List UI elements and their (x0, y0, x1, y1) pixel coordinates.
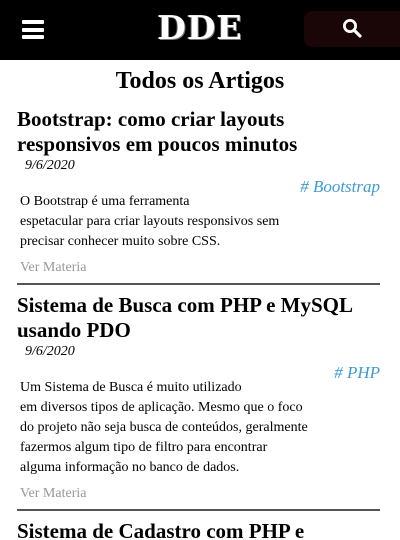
article-excerpt-line: espetacular para criar layouts responsiv… (20, 214, 280, 229)
article-date: 9/6/2020 (25, 344, 75, 359)
article-title[interactable]: Sistema de Busca com PHP e MySQL usando … (17, 293, 387, 343)
article-excerpt-line: alguma informação no banco de dados. (20, 460, 240, 475)
article-excerpt-line: Um Sistema de Busca é muito utilizado (20, 380, 242, 395)
top-navbar: DDE (0, 0, 400, 60)
article-excerpt: Um Sistema de Busca é muito utilizado em… (20, 378, 385, 478)
article-excerpt-line: O Bootstrap é uma ferramenta (20, 194, 190, 209)
article-divider (17, 283, 380, 285)
article-title[interactable]: Bootstrap: como criar layouts responsivo… (17, 107, 387, 157)
article-excerpt-line: precisar conhecer muito sobre CSS. (20, 234, 221, 249)
article-excerpt-line: em diversos tipos de aplicação. Mesmo qu… (20, 400, 303, 415)
article-title-line: usando PDO (17, 318, 131, 342)
article-date: 9/6/2020 (25, 158, 75, 173)
article-excerpt: O Bootstrap é uma ferramenta espetacular… (20, 192, 385, 252)
read-more-link[interactable]: Ver Materia (20, 260, 86, 276)
search-icon (343, 19, 362, 38)
article-title[interactable]: Sistema de Cadastro com PHP e (17, 519, 387, 540)
article-title-line: Bootstrap: como criar layouts (17, 107, 285, 131)
article-title-line: responsivos em poucos minutos (17, 132, 298, 156)
page-title: Todos os Artigos (115, 68, 285, 94)
article-excerpt-line: fazermos algum tipo de filtro para encon… (20, 440, 268, 455)
search-button[interactable] (304, 11, 400, 47)
article-title-line: Sistema de Cadastro com PHP e (17, 519, 305, 540)
article-title-line: Sistema de Busca com PHP e MySQL (17, 293, 353, 317)
read-more-link[interactable]: Ver Materia (20, 486, 86, 502)
article-divider (17, 509, 380, 511)
article-excerpt-line: do projeto não seja busca de conteúdos, … (20, 420, 308, 435)
